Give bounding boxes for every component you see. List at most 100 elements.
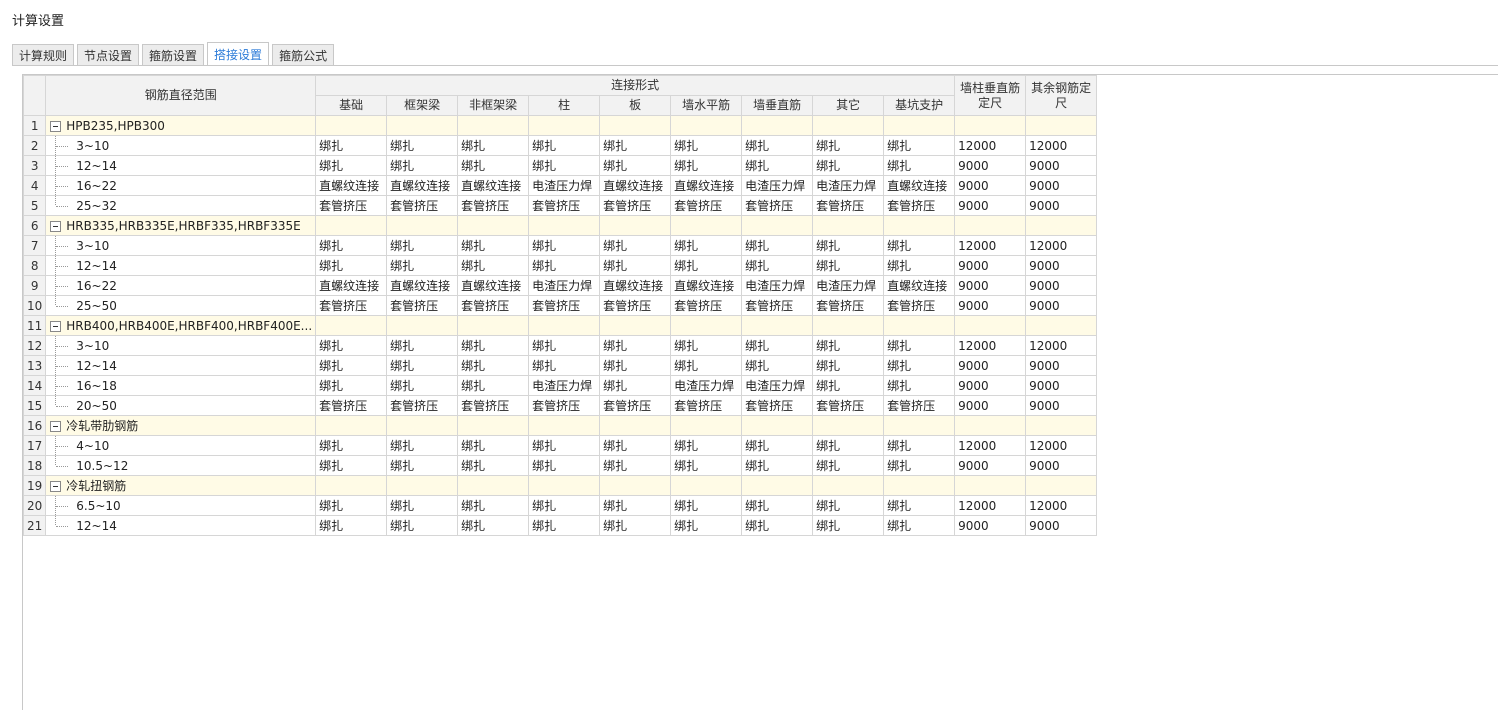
connection-cell[interactable]: 电渣压力焊 xyxy=(528,375,601,396)
wall-length-cell[interactable]: 9000 xyxy=(954,455,1027,476)
diameter-range-cell[interactable]: 20~50 xyxy=(45,395,317,416)
group-row[interactable]: 1 HPB235,HPB300 xyxy=(22,115,1098,136)
connection-cell[interactable]: 直螺纹连接 xyxy=(883,175,956,196)
connection-cell[interactable]: 直螺纹连接 xyxy=(386,175,459,196)
connection-cell[interactable]: 绑扎 xyxy=(599,455,672,476)
connection-cell[interactable]: 绑扎 xyxy=(670,435,743,456)
header-non-frame-beam[interactable]: 非框架梁 xyxy=(457,95,530,116)
collapse-icon[interactable] xyxy=(50,481,62,492)
connection-cell[interactable]: 绑扎 xyxy=(883,375,956,396)
connection-cell[interactable]: 绑扎 xyxy=(883,355,956,376)
diameter-range-cell[interactable]: 12~14 xyxy=(45,155,317,176)
collapse-icon[interactable] xyxy=(50,320,62,332)
group-row[interactable]: 6 HRB335,HRB335E,HRBF335,HRBF335E xyxy=(22,215,1098,236)
group-row[interactable]: 11 HRB400,HRB400E,HRBF400,HRBF400E... xyxy=(22,315,1098,336)
connection-cell[interactable]: 绑扎 xyxy=(812,335,885,356)
wall-length-cell[interactable]: 9000 xyxy=(954,515,1027,536)
connection-cell[interactable]: 绑扎 xyxy=(315,135,388,156)
connection-cell[interactable]: 绑扎 xyxy=(386,135,459,156)
connection-cell[interactable] xyxy=(741,415,814,436)
table-row[interactable]: 12 3~10 绑扎 绑扎 绑扎 绑扎 绑扎 绑扎 绑扎 绑扎 绑扎 12000 12000 xyxy=(22,335,1098,356)
other-length-cell[interactable] xyxy=(1025,115,1098,136)
connection-cell[interactable]: 套管挤压 xyxy=(315,395,388,416)
table-row[interactable]: 10 25~50 套管挤压 套管挤压 套管挤压 套管挤压 套管挤压 套管挤压 套管挤压 套管挤压套… xyxy=(22,295,1098,316)
group-row[interactable]: 16 冷轧带肋钢筋 xyxy=(22,415,1098,436)
connection-cell[interactable]: 直螺纹连接 xyxy=(599,175,672,196)
connection-cell[interactable] xyxy=(883,215,956,236)
connection-cell[interactable] xyxy=(670,215,743,236)
other-length-cell[interactable]: 12000 xyxy=(1025,435,1098,456)
connection-cell[interactable]: 套管挤压 xyxy=(599,395,672,416)
connection-cell[interactable]: 绑扎 xyxy=(883,455,956,476)
wall-length-cell[interactable]: 12000 xyxy=(954,435,1027,456)
diameter-range-cell[interactable]: 10.5~12 xyxy=(45,455,317,476)
header-other-length[interactable]: 其余钢筋定尺 xyxy=(1025,75,1098,116)
connection-cell[interactable]: 绑扎 xyxy=(315,515,388,536)
connection-cell[interactable]: 绑扎 xyxy=(741,155,814,176)
other-length-cell[interactable]: 9000 xyxy=(1025,355,1098,376)
connection-cell[interactable]: 套管挤压 xyxy=(599,195,672,216)
connection-cell[interactable]: 绑扎 xyxy=(386,435,459,456)
connection-cell[interactable]: 绑扎 xyxy=(741,235,814,256)
group-row[interactable]: 19 冷轧扭钢筋 xyxy=(22,475,1098,496)
diameter-range-cell[interactable]: 16~22 xyxy=(45,275,317,296)
connection-cell[interactable] xyxy=(883,115,956,136)
connection-cell[interactable] xyxy=(386,475,459,496)
group-label-cell[interactable]: HRB400,HRB400E,HRBF400,HRBF400E... xyxy=(45,315,317,336)
connection-cell[interactable]: 绑扎 xyxy=(741,135,814,156)
connection-cell[interactable]: 绑扎 xyxy=(315,435,388,456)
wall-length-cell[interactable] xyxy=(954,215,1027,236)
connection-cell[interactable]: 直螺纹连接 xyxy=(883,275,956,296)
table-row[interactable]: 3 12~14 绑扎 绑扎 绑扎 绑扎 绑扎 绑扎 绑扎 绑扎 绑扎 9000 9000 xyxy=(22,155,1098,176)
connection-cell[interactable]: 套管挤压 xyxy=(386,395,459,416)
connection-cell[interactable] xyxy=(528,315,601,336)
wall-length-cell[interactable]: 9000 xyxy=(954,195,1027,216)
wall-length-cell[interactable]: 12000 xyxy=(954,235,1027,256)
connection-cell[interactable]: 绑扎 xyxy=(883,135,956,156)
connection-cell[interactable]: 绑扎 xyxy=(386,515,459,536)
table-row[interactable]: 9 16~22 直螺纹连接 直螺纹连接 直螺纹连接 电渣压力焊 直螺纹连接 直螺纹连接 电渣压力… xyxy=(22,275,1098,296)
wall-length-cell[interactable] xyxy=(954,115,1027,136)
connection-cell[interactable]: 直螺纹连接 xyxy=(315,275,388,296)
wall-length-cell[interactable]: 9000 xyxy=(954,255,1027,276)
connection-cell[interactable]: 绑扎 xyxy=(812,375,885,396)
header-frame-beam[interactable]: 框架梁 xyxy=(386,95,459,116)
connection-cell[interactable]: 绑扎 xyxy=(670,515,743,536)
connection-cell[interactable]: 绑扎 xyxy=(883,155,956,176)
connection-cell[interactable]: 电渣压力焊 xyxy=(741,175,814,196)
wall-length-cell[interactable]: 9000 xyxy=(954,355,1027,376)
diameter-range-cell[interactable]: 6.5~10 xyxy=(45,495,317,516)
other-length-cell[interactable]: 9000 xyxy=(1025,395,1098,416)
connection-cell[interactable]: 绑扎 xyxy=(386,335,459,356)
wall-length-cell[interactable] xyxy=(954,315,1027,336)
connection-cell[interactable]: 电渣压力焊 xyxy=(528,275,601,296)
connection-cell[interactable] xyxy=(812,415,885,436)
connection-cell[interactable] xyxy=(457,115,530,136)
other-length-cell[interactable]: 9000 xyxy=(1025,195,1098,216)
connection-cell[interactable]: 绑扎 xyxy=(883,495,956,516)
connection-cell[interactable]: 绑扎 xyxy=(670,355,743,376)
diameter-range-cell[interactable]: 3~10 xyxy=(45,235,317,256)
diameter-range-cell[interactable]: 16~22 xyxy=(45,175,317,196)
connection-cell[interactable] xyxy=(670,315,743,336)
connection-cell[interactable]: 绑扎 xyxy=(812,255,885,276)
connection-cell[interactable]: 绑扎 xyxy=(528,455,601,476)
connection-cell[interactable]: 绑扎 xyxy=(315,355,388,376)
connection-cell[interactable]: 绑扎 xyxy=(741,455,814,476)
tab-stirrup-formula[interactable]: 箍筋公式 xyxy=(272,44,335,66)
diameter-range-cell[interactable]: 3~10 xyxy=(45,335,317,356)
connection-cell[interactable]: 绑扎 xyxy=(883,255,956,276)
connection-cell[interactable]: 套管挤压 xyxy=(528,295,601,316)
other-length-cell[interactable]: 9000 xyxy=(1025,155,1098,176)
connection-cell[interactable] xyxy=(812,115,885,136)
diameter-range-cell[interactable]: 16~18 xyxy=(45,375,317,396)
connection-cell[interactable]: 绑扎 xyxy=(812,235,885,256)
table-row[interactable]: 15 20~50 套管挤压 套管挤压 套管挤压 套管挤压 套管挤压 套管挤压 套管挤压 套管挤压套… xyxy=(22,395,1098,416)
connection-cell[interactable]: 绑扎 xyxy=(741,435,814,456)
connection-cell[interactable]: 绑扎 xyxy=(457,235,530,256)
diameter-range-cell[interactable]: 12~14 xyxy=(45,355,317,376)
table-row[interactable]: 18 10.5~12 绑扎 绑扎 绑扎 绑扎 绑扎 绑扎 绑扎 绑扎 绑扎 9000 9000 xyxy=(22,455,1098,476)
connection-cell[interactable] xyxy=(457,215,530,236)
tab-calculation-rules[interactable]: 计算规则 xyxy=(12,44,75,66)
connection-cell[interactable] xyxy=(386,215,459,236)
